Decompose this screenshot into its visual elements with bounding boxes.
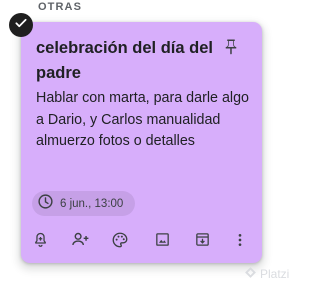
bell-plus-icon (32, 231, 49, 253)
pin-note-button[interactable] (218, 36, 244, 62)
reminder-chip[interactable]: 6 jun., 13:00 (32, 191, 136, 216)
section-heading: OTRAS (38, 1, 82, 13)
keep-notes-view: OTRAS celebración del día del padre Habl… (0, 0, 294, 285)
note-title: celebración del día del padre (36, 39, 213, 82)
platzi-logo-icon (244, 266, 257, 282)
background-options-button[interactable] (107, 229, 133, 255)
watermark: Platzi (244, 266, 289, 282)
archive-button[interactable] (189, 229, 215, 255)
note-body: Hablar con marta, para darle algo a Dari… (36, 90, 249, 149)
select-note-checkbox[interactable] (9, 13, 33, 37)
more-vert-icon (232, 232, 248, 253)
more-button[interactable] (227, 229, 253, 255)
note-toolbar (27, 229, 259, 255)
note-card[interactable]: celebración del día del padre Hablar con… (21, 22, 262, 263)
palette-icon (111, 231, 129, 254)
pin-icon (222, 38, 240, 61)
person-add-icon (71, 230, 90, 254)
archive-icon (194, 231, 211, 253)
clock-icon (37, 193, 54, 215)
checkmark-icon (14, 16, 28, 35)
remind-me-button[interactable] (27, 229, 53, 255)
image-icon (154, 231, 171, 253)
add-image-button[interactable] (149, 229, 175, 255)
watermark-text: Platzi (260, 267, 290, 281)
reminder-text: 6 jun., 13:00 (60, 197, 124, 210)
collaborator-button[interactable] (67, 229, 93, 255)
